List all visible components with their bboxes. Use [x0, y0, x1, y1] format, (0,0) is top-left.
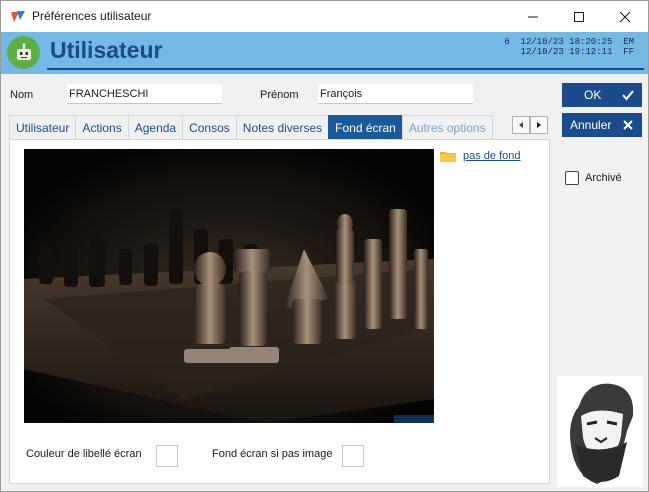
close-icon	[623, 120, 633, 130]
archive-label: Archivé	[585, 172, 622, 184]
ok-button[interactable]: OK	[562, 83, 642, 107]
tab-utilisateur[interactable]: Utilisateur	[9, 115, 77, 139]
no-background-link[interactable]: pas de fond	[463, 150, 521, 162]
window-title: Préférences utilisateur	[32, 9, 152, 23]
tab-scroll-left-button[interactable]	[512, 116, 530, 134]
minimize-icon	[528, 16, 538, 17]
couleur-libelle-label: Couleur de libellé écran	[26, 448, 142, 460]
tab-scroll-right-button[interactable]	[530, 116, 548, 134]
tab-autres-options[interactable]: Autres options	[401, 115, 493, 139]
prenom-field[interactable]: François	[318, 84, 473, 104]
page-header: Utilisateur 6 12/10/23 18:20:25 EM 12/10…	[1, 32, 648, 74]
record-info: 6 12/10/23 18:20:25 EM 12/10/23 19:12:11…	[504, 37, 634, 57]
fond-ecran-swatch[interactable]	[342, 445, 364, 467]
maximize-icon	[574, 11, 584, 22]
close-icon	[619, 11, 631, 22]
couleur-libelle-swatch[interactable]	[156, 445, 178, 467]
record-info-line-2: 12/10/23 19:12:11 FF	[504, 47, 634, 57]
tab-fond-ecran[interactable]: Fond écran	[328, 115, 403, 139]
chevron-right-icon	[537, 122, 541, 128]
archive-checkbox[interactable]	[565, 171, 579, 185]
header-divider	[47, 68, 644, 70]
avatar[interactable]	[557, 376, 643, 487]
app-icon	[11, 11, 25, 22]
tab-agenda[interactable]: Agenda	[127, 115, 184, 139]
ok-button-label: OK	[584, 88, 602, 102]
robot-logo-icon	[7, 36, 40, 69]
fond-ecran-label: Fond écran si pas image	[212, 448, 333, 460]
background-image-preview[interactable]	[24, 149, 434, 423]
record-info-line-1: 6 12/10/23 18:20:25 EM	[504, 37, 634, 47]
prenom-label: Prénom	[260, 89, 299, 101]
cancel-button[interactable]: Annuler	[562, 113, 642, 137]
nom-label: Nom	[10, 89, 34, 101]
tab-notes-diverses[interactable]: Notes diverses	[235, 115, 330, 139]
folder-icon	[440, 152, 456, 162]
chevron-left-icon	[519, 122, 523, 128]
close-button[interactable]	[602, 1, 648, 32]
check-icon	[622, 90, 634, 101]
preferences-window: Préférences utilisateur Utilisateur 6 12…	[0, 0, 649, 492]
cancel-button-label: Annuler	[570, 118, 612, 132]
tab-consos[interactable]: Consos	[182, 115, 237, 139]
title-bar: Préférences utilisateur	[1, 1, 648, 32]
minimize-button[interactable]	[510, 1, 556, 32]
maximize-button[interactable]	[556, 1, 602, 32]
page-title: Utilisateur	[50, 37, 163, 63]
tab-actions[interactable]: Actions	[75, 115, 129, 139]
tab-bar: Utilisateur Actions Agenda Consos Notes …	[9, 115, 493, 139]
nom-field[interactable]: FRANCHESCHI	[67, 84, 222, 104]
